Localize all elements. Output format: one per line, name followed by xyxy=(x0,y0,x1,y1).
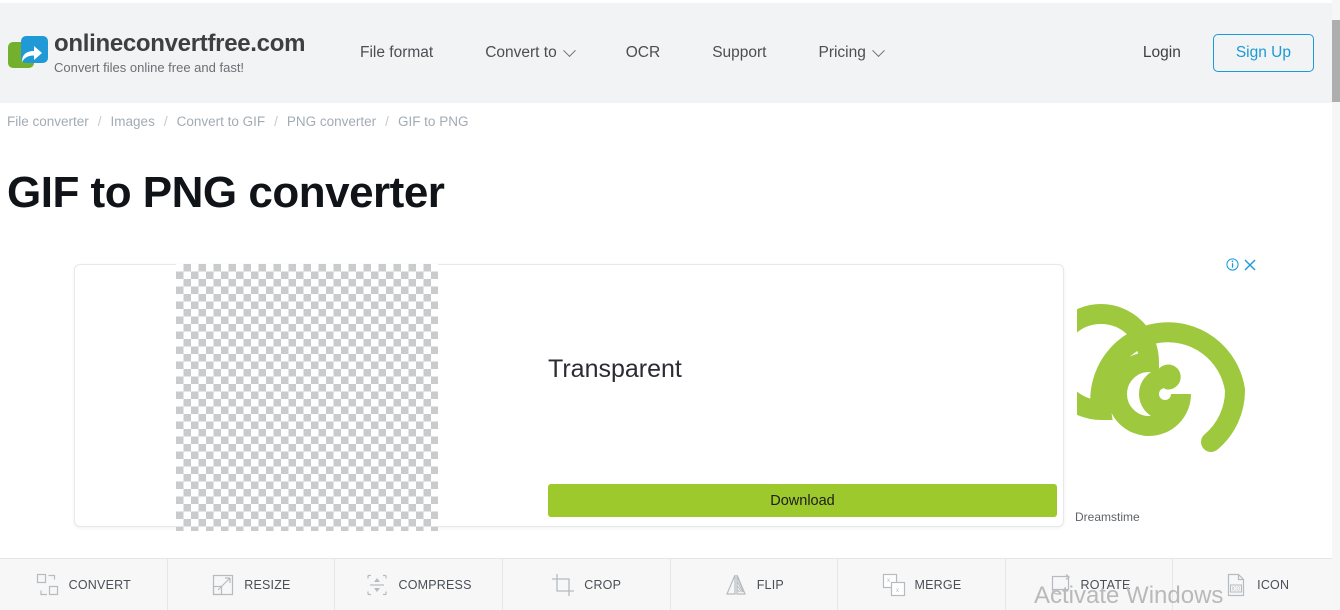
logo-title: onlineconvertfree.com xyxy=(54,30,306,58)
nav-label: Support xyxy=(712,44,767,61)
auth-actions: Login Sign Up xyxy=(1143,34,1332,72)
nav-item-support[interactable]: Support xyxy=(712,44,766,62)
breadcrumb-item-images[interactable]: Images xyxy=(111,114,155,129)
tool-label: MERGE xyxy=(914,577,962,592)
breadcrumb-separator: / xyxy=(163,114,168,129)
site-header: onlineconvertfree.com Convert files onli… xyxy=(0,3,1332,103)
tool-merge[interactable]: x x MERGE xyxy=(838,559,1006,610)
merge-squares-icon: x x xyxy=(882,573,906,597)
crop-frame-icon xyxy=(551,573,575,597)
tool-rotate[interactable]: ROTATE xyxy=(1006,559,1174,610)
vertical-scrollbar-track[interactable] xyxy=(1332,0,1340,610)
browser-page: onlineconvertfree.com Convert files onli… xyxy=(0,0,1340,610)
compress-arrows-icon xyxy=(365,573,389,597)
page-title: GIF to PNG converter xyxy=(7,168,445,217)
nav-item-file-format[interactable]: File format xyxy=(360,44,433,62)
nav-label: Convert to xyxy=(485,44,557,61)
rotate-square-icon xyxy=(1048,573,1072,597)
tool-convert[interactable]: CONVERT xyxy=(0,559,168,610)
breadcrumb-separator: / xyxy=(97,114,102,129)
resize-diagonal-icon xyxy=(211,573,235,597)
nav-label: File format xyxy=(360,44,434,61)
breadcrumb-separator: / xyxy=(385,114,389,129)
green-spiral-logo-icon[interactable] xyxy=(1043,292,1259,474)
login-link[interactable]: Login xyxy=(1143,44,1181,62)
tools-toolbar: CONVERT RESIZE COMPRESS CROP FLIP x x ME… xyxy=(0,558,1340,610)
convert-arrow-logo-icon xyxy=(8,34,48,72)
tool-icon[interactable]: ICO ICON xyxy=(1173,559,1340,610)
close-x-icon[interactable] xyxy=(1244,259,1256,271)
advertisement: Dreamstime xyxy=(1043,258,1334,528)
tool-flip[interactable]: FLIP xyxy=(671,559,839,610)
tool-label: CROP xyxy=(584,577,622,592)
tool-label: CONVERT xyxy=(68,577,131,592)
logo-white-arrow-icon xyxy=(22,46,42,62)
transparent-image-preview xyxy=(176,264,438,531)
svg-text:x: x xyxy=(887,578,890,584)
logo-tagline: Convert files online free and fast! xyxy=(54,59,245,75)
download-button[interactable]: Download xyxy=(548,484,1057,517)
tool-label: ICON xyxy=(1257,577,1290,592)
tool-compress[interactable]: COMPRESS xyxy=(335,559,503,610)
tool-resize[interactable]: RESIZE xyxy=(168,559,336,610)
nav-label: Pricing xyxy=(818,44,866,61)
breadcrumb-item-png-converter[interactable]: PNG converter xyxy=(287,114,376,129)
chevron-down-icon xyxy=(872,43,885,57)
preview-label: Transparent xyxy=(548,355,682,383)
svg-text:x: x xyxy=(896,588,899,594)
tool-crop[interactable]: CROP xyxy=(503,559,671,610)
flip-mirror-icon xyxy=(724,573,748,597)
tool-label: ROTATE xyxy=(1080,577,1131,592)
info-circle-icon[interactable] xyxy=(1226,258,1239,271)
breadcrumb-item-gif-to-png: GIF to PNG xyxy=(397,114,469,129)
tool-label: FLIP xyxy=(756,577,784,592)
nav-label: OCR xyxy=(625,44,661,61)
sign-up-button[interactable]: Sign Up xyxy=(1212,34,1314,72)
ad-controls xyxy=(1226,258,1256,271)
nav-item-ocr[interactable]: OCR xyxy=(626,44,660,62)
nav-item-convert-to[interactable]: Convert to xyxy=(485,43,576,62)
breadcrumb-item-convert-to-gif[interactable]: Convert to GIF xyxy=(177,114,266,129)
nav-item-pricing[interactable]: Pricing xyxy=(818,43,885,62)
vertical-scrollbar-thumb[interactable] xyxy=(1332,20,1340,102)
ico-file-icon: ICO xyxy=(1224,573,1248,597)
convert-squares-icon xyxy=(36,573,60,597)
ad-caption: Dreamstime xyxy=(1075,510,1140,524)
chevron-down-icon xyxy=(562,43,576,57)
breadcrumb: File converter / Images / Convert to GIF… xyxy=(7,114,468,129)
tool-label: RESIZE xyxy=(244,577,291,592)
tool-label: COMPRESS xyxy=(398,577,472,592)
main-navigation: File format Convert to OCR Support Prici… xyxy=(330,43,1143,62)
breadcrumb-item-file-converter[interactable]: File converter xyxy=(7,114,89,129)
site-logo[interactable]: onlineconvertfree.com Convert files onli… xyxy=(0,31,330,75)
breadcrumb-separator: / xyxy=(274,114,278,129)
svg-text:ICO: ICO xyxy=(1232,586,1241,592)
